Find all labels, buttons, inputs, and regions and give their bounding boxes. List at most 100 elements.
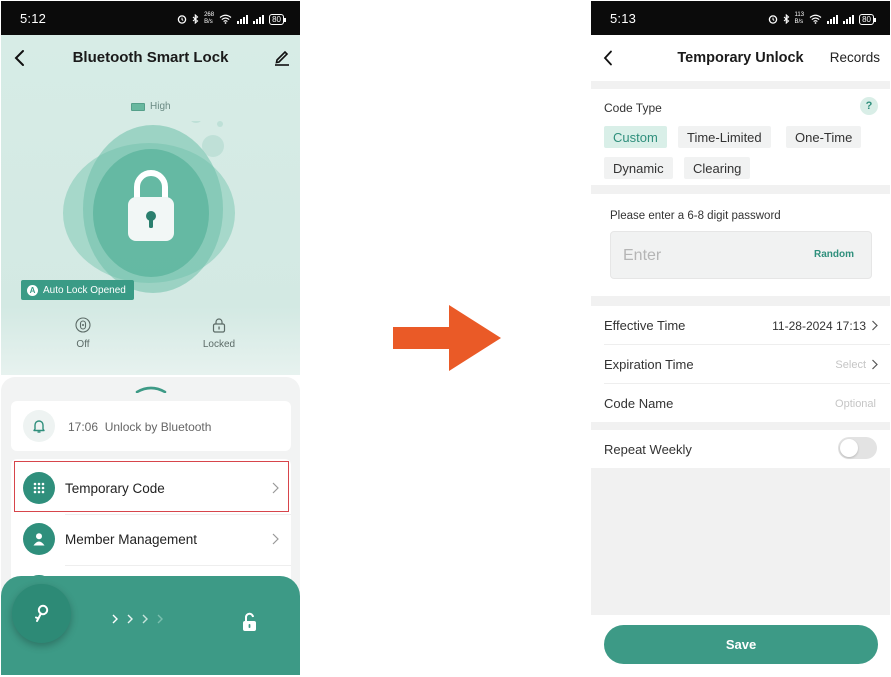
code-type-dynamic[interactable]: Dynamic [604, 157, 673, 179]
net-speed-value: 113 [794, 12, 805, 18]
header: Temporary Unlock Records [591, 35, 890, 81]
password-input[interactable] [623, 245, 793, 267]
chevron-right-icon [142, 614, 148, 624]
alarm-icon [768, 15, 777, 24]
auto-lock-text: Auto Lock Opened [43, 284, 126, 296]
slide-arrows[interactable] [112, 614, 163, 624]
code-name-placeholder: Optional [835, 398, 876, 410]
privacy-status[interactable]: Off [53, 317, 113, 350]
chevron-right-icon [272, 533, 279, 545]
edit-icon[interactable] [274, 48, 290, 66]
status-icons: 268 B/s 80 [177, 12, 286, 26]
chevron-right-icon [272, 482, 279, 494]
repeat-weekly-section: Repeat Weekly [591, 430, 890, 468]
effective-time-label: Effective Time [604, 318, 686, 333]
code-type-clearing[interactable]: Clearing [684, 157, 751, 179]
keypad-icon [33, 482, 45, 494]
alarm-icon [177, 15, 187, 24]
key-button[interactable] [12, 584, 71, 643]
wifi-icon [219, 14, 232, 24]
menu-item-label: Temporary Code [65, 480, 165, 496]
net-speed: 268 B/s [204, 12, 214, 26]
privacy-status-label: Off [76, 339, 90, 350]
bluetooth-icon [783, 14, 789, 24]
bell-icon [33, 420, 45, 433]
code-type-label: Code Type [604, 101, 662, 115]
keypad-icon-wrap [23, 472, 55, 504]
status-bar: 5:13 113 B/s 80 [591, 1, 890, 35]
code-type-custom[interactable]: Custom [604, 126, 667, 148]
status-bar: 5:12 268 B/s 80 [1, 1, 300, 35]
status-time: 5:12 [20, 11, 47, 26]
repeat-weekly-toggle[interactable] [838, 437, 877, 459]
bubble [191, 121, 201, 123]
bell-icon-wrap [23, 410, 55, 442]
signal-1-icon [827, 14, 839, 24]
divider [65, 565, 291, 566]
code-type-section: Code Type ? Custom Time-Limited One-Time… [591, 89, 890, 185]
menu-item-temporary-code[interactable]: Temporary Code [11, 463, 291, 513]
lock-status-label: Locked [202, 339, 236, 350]
header: Bluetooth Smart Lock [1, 35, 300, 81]
lock-status[interactable]: Locked [189, 317, 249, 350]
lock-home-screen: 5:12 268 B/s 80 Bluetooth Smart Lock Hig [1, 1, 300, 675]
code-type-one-time[interactable]: One-Time [786, 126, 862, 148]
chevron-right-icon [112, 614, 118, 624]
footer: Save [591, 615, 890, 675]
sheet-handle-icon[interactable] [135, 385, 167, 393]
temporary-unlock-screen: 5:13 113 B/s 80 Temporary Unlock Records… [591, 1, 890, 675]
page-title: Bluetooth Smart Lock [72, 49, 229, 66]
signal-2-icon [843, 14, 855, 24]
expiration-time-row[interactable]: Expiration Time Select [591, 345, 890, 384]
activity-time: 17:06 [68, 420, 99, 434]
net-speed-unit: B/s [204, 19, 213, 25]
random-button[interactable]: Random [814, 249, 854, 260]
privacy-lock-icon [75, 317, 91, 333]
password-section: Please enter a 6-8 digit password Random [591, 194, 890, 296]
net-speed-unit: B/s [794, 19, 804, 25]
menu-item-label: Member Management [65, 531, 198, 547]
help-icon[interactable]: ? [860, 97, 878, 115]
repeat-weekly-label: Repeat Weekly [604, 442, 692, 457]
auto-lock-badge: A Auto Lock Opened [21, 280, 134, 300]
key-icon [34, 604, 48, 622]
signal-1-icon [237, 14, 249, 24]
stage: 5:12 268 B/s 80 Bluetooth Smart Lock Hig [0, 0, 891, 677]
toggle-knob [840, 439, 858, 457]
bluetooth-icon [192, 14, 199, 24]
code-type-time-limited[interactable]: Time-Limited [678, 126, 771, 148]
transition-arrow-icon [393, 305, 501, 371]
expiration-time-label: Expiration Time [604, 357, 694, 372]
records-link[interactable]: Records [830, 50, 880, 65]
effective-time-row[interactable]: Effective Time 11-28-2024 17:13 [591, 306, 890, 345]
chevron-right-icon [157, 614, 163, 624]
time-settings-section: Effective Time 11-28-2024 17:13 Expirati… [591, 306, 890, 422]
last-activity-card[interactable]: 17:06 Unlock by Bluetooth [11, 401, 291, 451]
activity-description: Unlock by Bluetooth [104, 420, 212, 434]
wifi-icon [809, 14, 822, 24]
chevron-right-icon [872, 320, 878, 331]
auto-icon: A [27, 284, 38, 296]
code-name-row[interactable]: Code Name Optional [591, 384, 890, 423]
expiration-time-placeholder: Select [835, 359, 866, 371]
code-name-label: Code Name [604, 396, 674, 411]
lock-illustration[interactable] [61, 121, 241, 301]
password-field: Random [610, 231, 872, 279]
battery-level-text: High [150, 101, 171, 112]
user-icon-wrap [23, 523, 55, 555]
bubble [217, 121, 223, 127]
battery-level-icon [131, 102, 145, 111]
net-speed-value: 268 [204, 12, 215, 18]
save-button[interactable]: Save [604, 625, 878, 664]
status-time: 5:13 [610, 11, 637, 26]
menu-item-member-management[interactable]: Member Management [11, 514, 291, 564]
lock-battery: High [131, 101, 171, 112]
activity-text: 17:06 Unlock by Bluetooth [68, 420, 211, 434]
chevron-right-icon [872, 359, 878, 370]
padlock-icon [212, 318, 226, 333]
unlock-icon[interactable] [241, 612, 259, 632]
user-icon [33, 533, 45, 546]
status-icons: 113 B/s 80 [768, 12, 876, 26]
net-speed: 113 B/s [795, 12, 805, 26]
chevron-right-icon [127, 614, 133, 624]
